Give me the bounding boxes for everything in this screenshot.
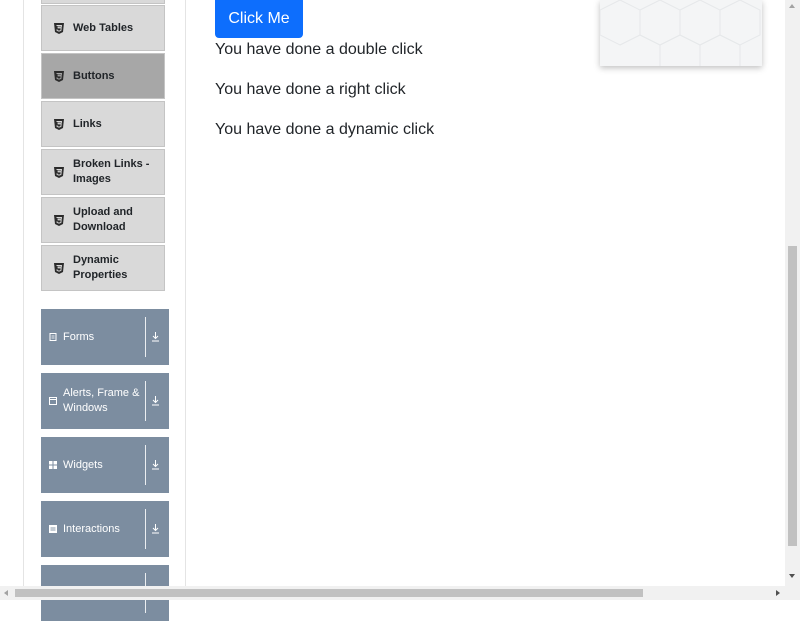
html5-icon xyxy=(54,166,64,178)
html5-icon xyxy=(54,262,64,274)
vertical-scroll-thumb[interactable] xyxy=(788,246,797,546)
sidebar-item-links[interactable]: Links xyxy=(41,101,165,147)
group-divider xyxy=(145,509,146,549)
sidebar-item-label: Buttons xyxy=(73,69,115,82)
group-divider xyxy=(145,317,146,357)
download-arrow-icon[interactable] xyxy=(151,524,160,534)
sidebar-item-label: Links xyxy=(73,117,102,130)
scroll-left-arrow-icon[interactable] xyxy=(4,589,8,596)
sidebar-item-partial[interactable] xyxy=(41,0,165,4)
sidebar-item-label: Broken Links - Images xyxy=(73,158,150,185)
grid-icon xyxy=(49,461,57,469)
group-label: Alerts, Frame & Windows xyxy=(63,387,140,414)
scroll-up-arrow-icon[interactable] xyxy=(789,4,795,8)
sidebar-item-label: Web Tables xyxy=(73,21,134,34)
download-arrow-icon[interactable] xyxy=(151,332,160,342)
double-click-message: You have done a double click xyxy=(215,41,423,58)
vertical-scrollbar[interactable] xyxy=(785,0,800,586)
group-interactions[interactable]: Interactions xyxy=(41,501,169,557)
sidebar-item-dynamic-properties[interactable]: Dynamic Properties xyxy=(41,245,165,291)
dynamic-click-message: You have done a dynamic click xyxy=(215,121,435,138)
sidebar-item-web-tables[interactable]: Web Tables xyxy=(41,5,165,51)
sidebar-item-upload-download[interactable]: Upload and Download xyxy=(41,197,165,243)
horizontal-scroll-thumb[interactable] xyxy=(15,589,643,597)
list-icon xyxy=(49,525,57,533)
scroll-right-arrow-icon[interactable] xyxy=(776,589,780,596)
group-divider xyxy=(145,445,146,485)
html5-icon xyxy=(54,70,64,82)
sidebar-item-label: Upload and Download xyxy=(73,206,133,233)
group-widgets[interactable]: Widgets xyxy=(41,437,169,493)
ad-banner[interactable] xyxy=(600,0,762,66)
group-label: Forms xyxy=(63,330,95,343)
html5-icon xyxy=(54,118,64,130)
sidebar-item-buttons[interactable]: Buttons xyxy=(41,53,165,99)
sidebar-item-label: Dynamic Properties xyxy=(73,254,128,281)
download-arrow-icon[interactable] xyxy=(151,396,160,406)
right-click-message: You have done a right click xyxy=(215,81,406,98)
group-label: Interactions xyxy=(63,522,120,535)
left-panel-sidebar: Web Tables Buttons Links Broken Links - … xyxy=(23,0,186,621)
document-icon xyxy=(49,333,57,341)
group-alerts-frame-windows[interactable]: Alerts, Frame & Windows xyxy=(41,373,169,429)
window-icon xyxy=(49,397,57,405)
scroll-down-arrow-icon[interactable] xyxy=(789,574,795,578)
group-divider xyxy=(145,381,146,421)
horizontal-scrollbar[interactable] xyxy=(0,586,800,600)
hexagon-pattern-icon xyxy=(600,0,761,66)
download-arrow-icon[interactable] xyxy=(151,460,160,470)
group-forms[interactable]: Forms xyxy=(41,309,169,365)
html5-icon xyxy=(54,214,64,226)
html5-icon xyxy=(54,22,64,34)
sidebar-item-broken-links[interactable]: Broken Links - Images xyxy=(41,149,165,195)
group-label: Widgets xyxy=(63,458,103,471)
click-me-button[interactable]: Click Me xyxy=(215,0,303,38)
